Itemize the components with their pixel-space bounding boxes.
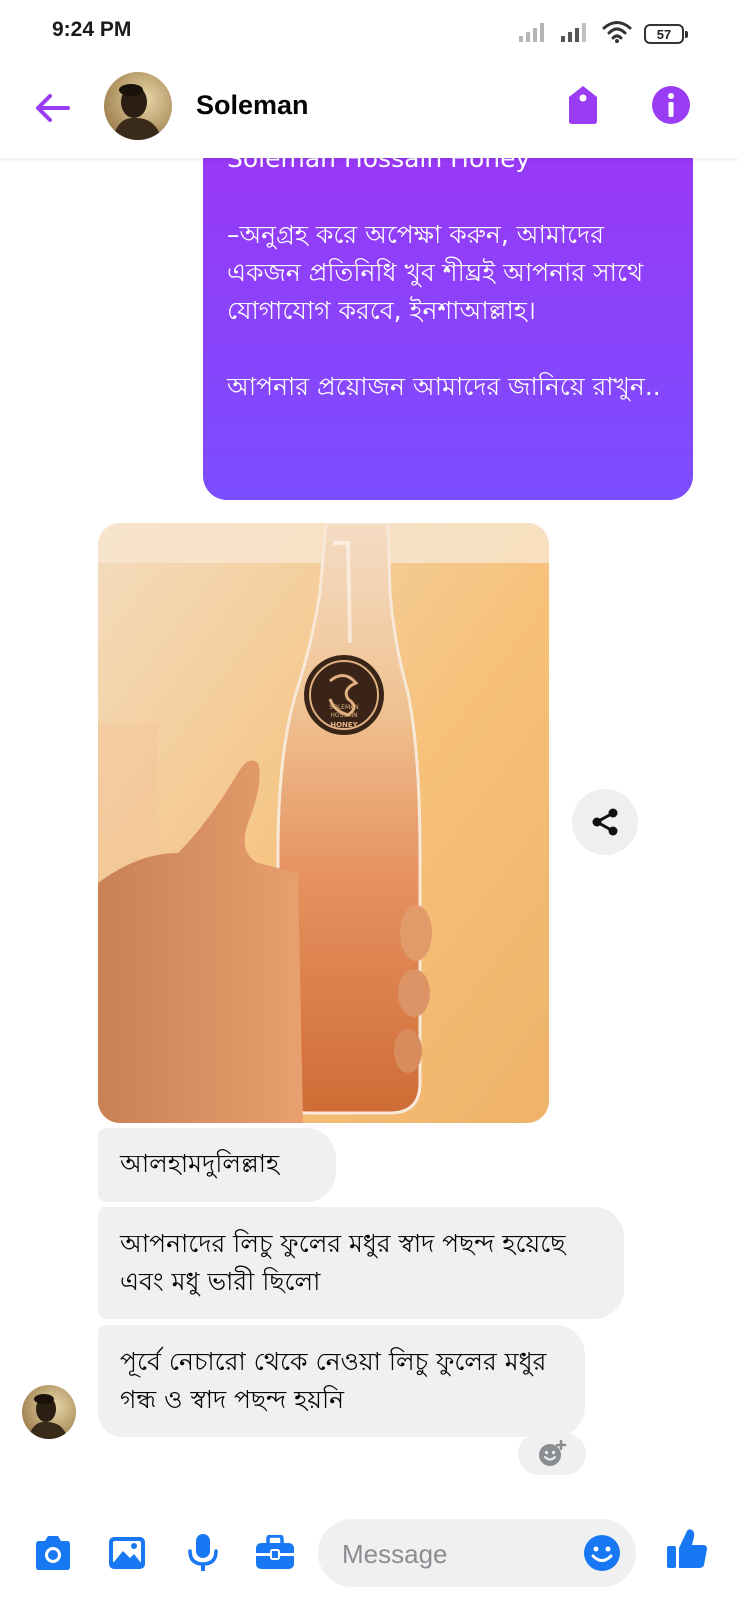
info-icon [652,86,690,124]
conversation-header: Soleman [0,66,738,158]
share-button[interactable] [572,789,638,855]
status-icons: 57 [518,20,688,48]
incoming-message-text: আপনাদের লিচু ফুলের মধুর স্বাদ পছন্দ হয়ে… [120,1229,566,1296]
photo-label-line3: HONEY [330,721,358,729]
message-composer [0,1500,738,1600]
thumbs-up-icon [667,1529,707,1568]
photo-attachment[interactable]: SOLEMAN HOSSAIN HONEY [98,523,549,1123]
outgoing-message[interactable]: Soleman Hossain Honey –অনুগ্রহ করে অপেক্… [203,158,693,500]
like-button[interactable] [664,1526,710,1572]
signal-icon [518,21,548,47]
status-bar: 9:24 PM 57 [0,0,738,66]
contact-avatar[interactable] [104,72,172,140]
contact-name[interactable]: Soleman [196,90,309,121]
incoming-message-text: আলহামদুলিল্লাহ [120,1149,280,1178]
incoming-message-text: পূর্বে নেচারো থেকে নেওয়া লিচু ফুলের মধু… [120,1347,547,1414]
gallery-button[interactable] [104,1530,150,1576]
message-list[interactable]: Soleman Hossain Honey –অনুগ্রহ করে অপেক্… [0,158,738,1500]
camera-icon [36,1536,70,1570]
business-tools-button[interactable] [252,1530,298,1576]
message-input-container[interactable] [318,1519,636,1589]
sender-avatar[interactable] [22,1385,76,1439]
tag-button[interactable] [560,82,606,128]
photo-label-line2: HOSSAIN [330,712,357,719]
incoming-message[interactable]: পূর্বে নেচারো থেকে নেওয়া লিচু ফুলের মধু… [98,1325,585,1437]
back-button[interactable] [30,86,74,130]
photo-label-line1: SOLEMAN [329,704,358,711]
status-time: 9:24 PM [52,18,132,41]
wifi-icon [602,20,632,48]
share-icon [592,808,618,836]
camera-button[interactable] [30,1530,76,1576]
image-icon [109,1537,145,1569]
microphone-icon [188,1534,218,1571]
voice-button[interactable] [180,1530,226,1576]
info-button[interactable] [648,82,694,128]
battery-level: 57 [656,26,672,42]
briefcase-icon [256,1535,294,1569]
incoming-message[interactable]: আপনাদের লিচু ফুলের মধুর স্বাদ পছন্দ হয়ে… [98,1207,624,1319]
battery-icon: 57 [644,24,688,44]
signal-icon [560,21,590,47]
add-reaction-button[interactable] [518,1433,586,1475]
messenger-chat-screen: 9:24 PM 57 Soleman Soleman Hossain Honey… [0,0,738,1600]
message-input[interactable] [340,1519,574,1589]
back-arrow-icon [36,94,70,122]
incoming-message[interactable]: আলহামদুলিল্লাহ [98,1128,336,1202]
emoji-icon [584,1535,620,1571]
add-reaction-icon [539,1439,567,1466]
tag-icon [569,86,597,124]
emoji-button[interactable] [582,1533,622,1573]
